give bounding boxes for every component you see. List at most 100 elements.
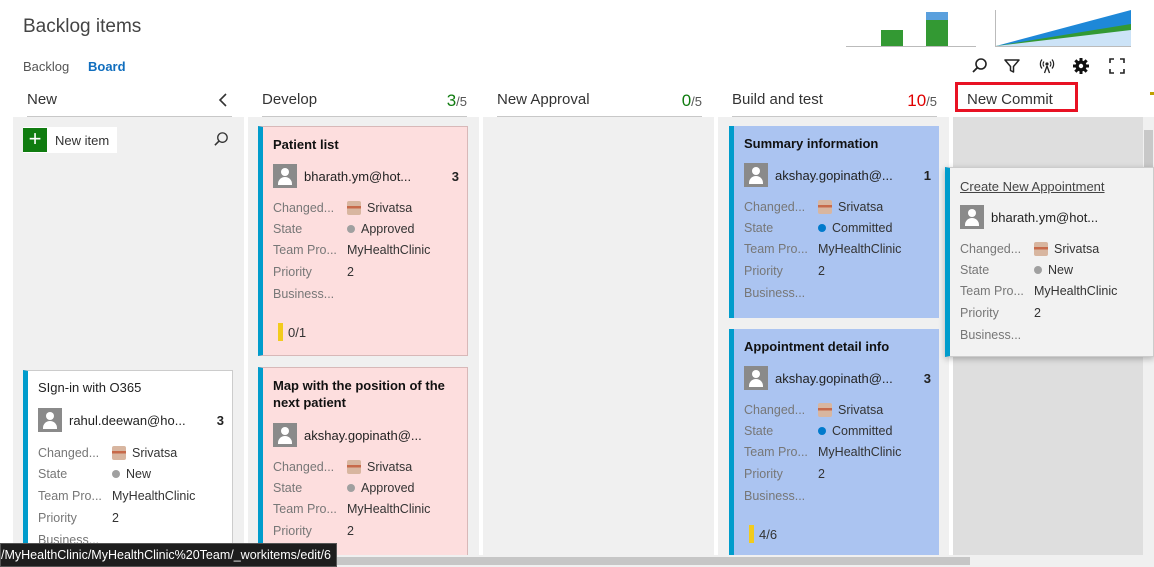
assignee-name: bharath.ym@hot... (304, 168, 412, 184)
field-changed-by: Changed... Srivatsa (273, 199, 461, 219)
card-assignee[interactable]: rahul.deewan@ho... 3 (38, 407, 224, 433)
field-value: 2 (1034, 306, 1041, 320)
field-business: Business... (744, 284, 933, 304)
column-divider (497, 116, 702, 117)
work-item-card[interactable]: Summary information akshay.gopinath@... … (729, 126, 939, 318)
user-photo-icon (112, 446, 126, 460)
field-team-project: Team Pro... MyHealthClinic (960, 282, 1147, 302)
new-item-label: New item (55, 132, 110, 148)
task-count: 4/6 (759, 526, 778, 542)
state-dot-icon (347, 484, 355, 492)
search-icon[interactable] (970, 56, 990, 76)
field-value[interactable]: Approved (347, 481, 415, 495)
cumulative-flow-mini-chart[interactable] (846, 10, 976, 47)
state-dot-icon (818, 224, 826, 232)
field-label: Priority (744, 264, 783, 278)
wip-count: 10/5 (907, 91, 937, 111)
state-dot-icon (818, 427, 826, 435)
field-label: Changed... (273, 460, 335, 474)
user-photo-icon (1034, 242, 1048, 256)
task-count: 0/1 (288, 324, 307, 340)
field-business: Business... (960, 326, 1147, 346)
work-item-card[interactable]: Patient list bharath.ym@hot... 3 Changed… (258, 126, 468, 356)
card-assignee[interactable]: bharath.ym@hot... (960, 204, 1145, 230)
card-assignee[interactable]: akshay.gopinath@... 1 (744, 162, 931, 188)
user-photo-icon (818, 403, 832, 417)
task-progress[interactable]: 4/6 (749, 524, 777, 544)
field-label: Changed... (744, 200, 806, 214)
changed-by-name: Srivatsa (367, 201, 413, 215)
field-value[interactable]: Approved (347, 222, 415, 236)
effort-value: 3 (216, 412, 224, 428)
card-assignee[interactable]: bharath.ym@hot... 3 (273, 163, 459, 189)
velocity-area (996, 10, 1131, 46)
user-photo-icon (347, 460, 361, 474)
changed-by-name: Srivatsa (838, 403, 884, 417)
horizontal-scroll-thumb[interactable] (310, 557, 970, 565)
field-value[interactable]: Committed (818, 424, 892, 438)
changed-by-name: Srivatsa (1054, 242, 1100, 256)
column-new-approval-body (483, 117, 714, 557)
new-item-button[interactable]: + New item (23, 127, 118, 153)
changed-by-name: Srivatsa (838, 200, 884, 214)
column-header-build-and-test: Build and test 10/5 (732, 88, 937, 117)
field-business: Business... (744, 487, 933, 507)
live-updates-icon[interactable] (1037, 56, 1057, 76)
field-label: State (273, 222, 303, 236)
column-name: Build and test (732, 91, 823, 108)
work-item-card[interactable]: Map with the position of the next patien… (258, 367, 468, 567)
field-value: Srivatsa (818, 403, 883, 417)
wip-limit: /5 (456, 94, 467, 109)
field-label: Business... (744, 489, 806, 503)
field-team-project: Team Pro... MyHealthClinic (273, 500, 461, 520)
card-title[interactable]: Map with the position of the next patien… (273, 377, 459, 411)
person-avatar-icon (744, 163, 768, 187)
vertical-scroll-thumb[interactable] (1144, 130, 1153, 170)
card-title-link[interactable]: Create New Appointment (960, 178, 1145, 195)
tab-backlog[interactable]: Backlog (23, 59, 69, 74)
field-state: State Approved (273, 220, 461, 240)
wip-count: 0/5 (682, 91, 702, 111)
filter-icon[interactable] (1002, 56, 1022, 76)
field-value[interactable]: Committed (818, 221, 892, 235)
collapse-chevron-icon[interactable] (215, 90, 231, 110)
card-title[interactable]: Summary information (744, 135, 931, 152)
cumulative-flow-bars (881, 12, 948, 46)
card-assignee[interactable]: akshay.gopinath@... 3 (744, 365, 931, 391)
field-value: Srivatsa (1034, 242, 1099, 256)
search-icon[interactable] (211, 129, 231, 149)
plus-icon: + (23, 128, 47, 152)
person-avatar-icon (273, 164, 297, 188)
settings-gear-icon[interactable] (1071, 56, 1091, 76)
field-label: State (960, 263, 990, 277)
fullscreen-icon[interactable] (1107, 56, 1127, 76)
field-label: State (38, 467, 68, 481)
field-state: State Committed (744, 219, 933, 239)
person-avatar-icon (960, 205, 984, 229)
field-value: MyHealthClinic (347, 502, 431, 516)
field-value[interactable]: New (112, 467, 151, 481)
field-label: Team Pro... (38, 489, 102, 503)
field-value[interactable]: New (1034, 263, 1073, 277)
assignee-name: akshay.gopinath@... (304, 427, 422, 443)
dragged-work-item-card[interactable]: Create New Appointment bharath.ym@hot...… (945, 167, 1154, 357)
field-label: Priority (38, 511, 77, 525)
field-state: State New (38, 465, 226, 485)
task-bar-icon (278, 323, 283, 341)
highlight-box (955, 82, 1078, 112)
tab-board[interactable]: Board (88, 59, 126, 74)
work-item-card[interactable]: SIgn-in with O365 rahul.deewan@ho... 3 C… (23, 370, 233, 560)
card-title[interactable]: Appointment detail info (744, 338, 931, 355)
card-title[interactable]: Patient list (273, 136, 459, 153)
state-value: New (1048, 263, 1074, 277)
status-bar-url: /MyHealthClinic/MyHealthClinic%20Team/_w… (0, 543, 337, 567)
state-value: Approved (361, 222, 415, 236)
field-value: 2 (112, 511, 119, 525)
wip-current: 10 (907, 91, 927, 110)
work-item-card[interactable]: Appointment detail info akshay.gopinath@… (729, 329, 939, 567)
field-value: Srivatsa (347, 460, 412, 474)
velocity-mini-chart[interactable] (995, 10, 1131, 47)
task-progress[interactable]: 0/1 (278, 322, 306, 342)
card-assignee[interactable]: akshay.gopinath@... (273, 422, 459, 448)
card-title[interactable]: SIgn-in with O365 (38, 379, 224, 396)
